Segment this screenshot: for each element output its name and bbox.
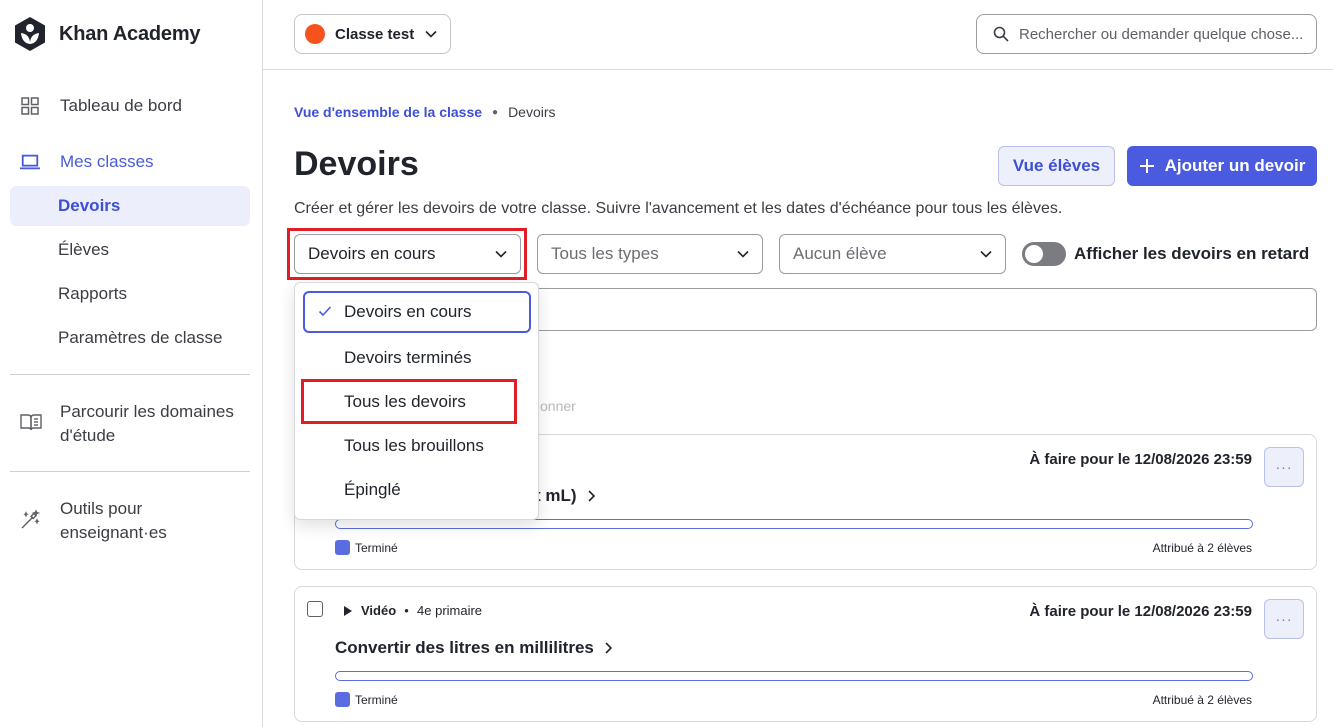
top-bar: Classe test Rechercher ou demander quelq… [263, 0, 1333, 70]
dropdown-option-drafts[interactable]: Tous les brouillons [303, 425, 531, 467]
legend-swatch [335, 540, 350, 555]
type-filter-select[interactable]: Tous les types [537, 234, 763, 274]
late-assignments-toggle[interactable]: Afficher les devoirs en retard [1022, 242, 1309, 266]
class-name: Classe test [335, 25, 415, 43]
dropdown-option-label: Tous les brouillons [344, 436, 484, 455]
assignment-title-link[interactable]: Convertir des litres en millilitres [335, 638, 614, 658]
nav-teacher-tools[interactable]: Outils pour enseignant·es [20, 497, 167, 545]
legend-label: Terminé [355, 540, 398, 555]
dropdown-option-completed[interactable]: Devoirs terminés [303, 337, 531, 379]
brand-name: Khan Academy [59, 22, 201, 45]
play-icon [344, 605, 352, 616]
check-icon [318, 306, 332, 317]
sidebar-item-assignments[interactable]: Devoirs [10, 186, 250, 226]
chevron-down-icon [737, 250, 749, 258]
khan-logo-icon [15, 17, 45, 51]
highlight-box-status-filter [287, 228, 527, 280]
sidebar-item-class-settings[interactable]: Paramètres de classe [10, 318, 250, 358]
nav-browse-label-1: Parcourir les domaines [60, 402, 234, 421]
nav-dashboard-label: Tableau de bord [60, 96, 182, 115]
chevron-down-icon [425, 30, 437, 38]
sidebar-divider-2 [10, 471, 250, 472]
nav-tools-label-2: enseignant·es [60, 523, 167, 542]
grid-icon [20, 96, 40, 116]
assigned-count: Attribué à 2 élèves [1152, 693, 1252, 707]
search-input[interactable]: Rechercher ou demander quelque chose... [976, 14, 1317, 54]
page-description: Créer et gérer les devoirs de votre clas… [294, 200, 1063, 217]
dropdown-option-label: Devoirs terminés [344, 348, 472, 367]
legend-swatch [335, 692, 350, 707]
sidebar-item-reports[interactable]: Rapports [10, 274, 250, 314]
sidebar: Khan Academy Tableau de bord Mes classes… [0, 0, 263, 727]
assignment-title: t mL) [535, 486, 577, 505]
sidebar-item-students[interactable]: Élèves [10, 230, 250, 270]
more-options-button[interactable]: ··· [1264, 447, 1304, 487]
progress-bar [335, 519, 1253, 529]
add-assignment-label: Ajouter un devoir [1164, 156, 1306, 175]
breadcrumb-class-overview[interactable]: Vue d'ensemble de la classe [294, 104, 482, 120]
type-separator: ● [404, 606, 410, 615]
khan-academy-logo[interactable]: Khan Academy [13, 16, 201, 52]
late-toggle-label: Afficher les devoirs en retard [1074, 244, 1310, 263]
toggle-switch[interactable] [1022, 242, 1066, 266]
select-all-label-partial: tionner [533, 398, 576, 414]
due-date: À faire pour le 12/08/2026 23:59 [1029, 451, 1252, 468]
nav-my-classes-label: Mes classes [60, 152, 154, 171]
assignment-card: Vidéo ● 4e primaire À faire pour le 12/0… [294, 586, 1317, 722]
student-filter-select[interactable]: Aucun élève [779, 234, 1006, 274]
dropdown-option-label: Épinglé [344, 480, 401, 499]
nav-tools-label-1: Outils pour [60, 499, 143, 518]
dropdown-option-label: Devoirs en cours [344, 302, 472, 321]
chevron-right-icon [587, 490, 595, 502]
breadcrumb-current: Devoirs [508, 104, 556, 120]
dropdown-option-in-progress[interactable]: Devoirs en cours [303, 291, 531, 333]
more-options-button[interactable]: ··· [1264, 599, 1304, 639]
nav-browse-subjects[interactable]: Parcourir les domaines d'étude [20, 400, 234, 448]
page-title: Devoirs [294, 145, 419, 183]
plus-icon [1139, 159, 1154, 173]
nav-dashboard[interactable]: Tableau de bord [20, 96, 182, 116]
assignment-type-label: Vidéo [361, 603, 397, 618]
sidebar-divider [10, 374, 250, 375]
nav-browse-label-2: d'étude [60, 426, 116, 445]
select-checkbox[interactable] [307, 601, 323, 617]
highlight-box-all-assignments [301, 379, 517, 424]
chevron-down-icon [980, 250, 992, 258]
search-icon [993, 26, 1009, 42]
search-placeholder: Rechercher ou demander quelque chose... [1019, 25, 1304, 43]
progress-legend: Terminé [335, 540, 398, 555]
progress-legend: Terminé [335, 692, 398, 707]
assignment-title-link[interactable]: t mL) [535, 486, 597, 506]
progress-bar [335, 671, 1253, 681]
magic-wand-icon [20, 509, 41, 530]
chevron-right-icon [605, 642, 613, 654]
book-icon [20, 413, 42, 433]
student-filter-value: Aucun élève [793, 244, 887, 263]
due-date: À faire pour le 12/08/2026 23:59 [1029, 603, 1252, 620]
legend-label: Terminé [355, 692, 398, 707]
assignment-type: Vidéo ● 4e primaire [343, 603, 482, 618]
dropdown-option-pinned[interactable]: Épinglé [303, 469, 531, 511]
type-filter-value: Tous les types [551, 244, 659, 263]
assignment-level: 4e primaire [417, 603, 483, 618]
breadcrumb-separator: ● [492, 106, 499, 118]
classroom-icon [20, 152, 40, 172]
student-view-button[interactable]: Vue élèves [998, 146, 1115, 186]
assignment-title: Convertir des litres en millilitres [335, 638, 594, 657]
breadcrumb: Vue d'ensemble de la classe ● Devoirs [294, 104, 556, 120]
add-assignment-button[interactable]: Ajouter un devoir [1127, 146, 1317, 186]
class-color-dot [305, 24, 325, 44]
assigned-count: Attribué à 2 élèves [1152, 541, 1252, 555]
nav-my-classes[interactable]: Mes classes [20, 152, 154, 172]
class-selector[interactable]: Classe test [294, 14, 451, 54]
